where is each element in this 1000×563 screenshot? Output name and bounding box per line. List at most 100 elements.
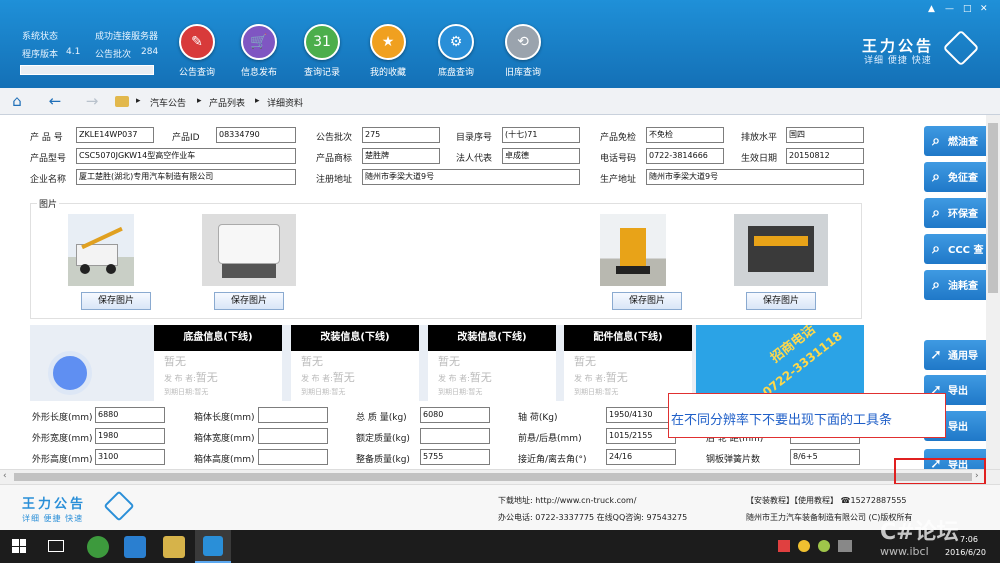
info-card[interactable]: 底盘信息(下线) 暂无发 布 者:暂无 到期日期:暂无 xyxy=(154,325,282,401)
spec-value[interactable]: 8/6+5 xyxy=(790,449,860,465)
info-card-line: 暂无 xyxy=(301,355,323,368)
info-card-title: 改装信息(下线) xyxy=(291,325,419,351)
field-value[interactable]: (十七)71 xyxy=(502,127,580,143)
field-value[interactable]: 20150812 xyxy=(786,148,864,164)
spec-value[interactable]: 1980 xyxy=(95,428,165,444)
field-value[interactable]: 0722-3814666 xyxy=(646,148,724,164)
close-button[interactable]: ✕ xyxy=(980,4,988,14)
save-picture-button[interactable]: 保存图片 xyxy=(214,292,284,310)
app-window: 系统状态 成功连接服务器 程序版本 4.1 公告批次 284 ✎ 公告查询 🛒 信息发… xyxy=(0,0,1000,563)
breadcrumb-item[interactable]: 汽车公告 xyxy=(150,96,186,109)
tray-icon[interactable] xyxy=(778,540,790,552)
vertical-scrollbar[interactable] xyxy=(986,115,1000,469)
my-favorites-label: 我的收藏 xyxy=(369,68,406,78)
spec-value[interactable]: 1015/2155 xyxy=(606,428,676,444)
spec-value[interactable] xyxy=(258,407,328,423)
side-query-button[interactable]: ⌕ 燃油查 xyxy=(924,126,988,156)
legacy-query-button[interactable]: ⟲ 旧库查询 xyxy=(492,24,554,78)
my-favorites-button[interactable]: ★ 我的收藏 xyxy=(357,24,419,78)
info-publish-button[interactable]: 🛒 信息发布 xyxy=(228,24,290,78)
taskbar: 7:06 2016/6/20 C#论坛 www.ibcl xyxy=(0,520,1000,563)
side-query-button[interactable]: ⌕ CCC 查 xyxy=(924,234,988,264)
publisher-label: 发 布 者: xyxy=(438,374,470,383)
spec-value[interactable]: 3100 xyxy=(95,449,165,465)
save-picture-button[interactable]: 保存图片 xyxy=(81,292,151,310)
field-value[interactable]: 随州市季梁大道9号 xyxy=(362,169,580,185)
forward-arrow-icon[interactable]: → xyxy=(81,91,103,111)
back-arrow-icon[interactable]: ← xyxy=(44,91,66,111)
field-value[interactable]: 275 xyxy=(362,127,440,143)
field-value[interactable]: 随州市季梁大道9号 xyxy=(646,169,864,185)
spec-value[interactable] xyxy=(420,428,490,444)
horizontal-scroll-thumb[interactable] xyxy=(14,473,972,481)
app-icon[interactable] xyxy=(124,536,146,558)
chassis-query-icon: ⚙ xyxy=(438,24,474,60)
field-value[interactable]: ZKLE14WP037 xyxy=(76,127,154,143)
home-icon[interactable]: ⌂ xyxy=(6,91,28,111)
version-label: 程序版本 xyxy=(22,50,59,60)
spec-label: 箱体高度(mm) xyxy=(194,455,255,465)
windows-start-icon[interactable] xyxy=(12,539,26,553)
tray-icon[interactable] xyxy=(798,540,810,552)
chassis-query-label: 底盘查询 xyxy=(437,68,474,78)
spec-label: 外形高度(mm) xyxy=(32,455,93,465)
field-value[interactable]: 卓成德 xyxy=(502,148,580,164)
side-query-button[interactable]: ➚ 通用导 xyxy=(924,340,988,370)
minimize-button[interactable]: — xyxy=(945,4,954,14)
side-query-button[interactable]: ⌕ 免征查 xyxy=(924,162,988,192)
spec-value[interactable]: 5755 xyxy=(420,449,490,465)
scroll-up-control[interactable]: ▲ xyxy=(928,4,935,14)
task-view-icon[interactable] xyxy=(48,540,64,552)
side-button-label: 燃油查 xyxy=(948,137,978,148)
announcement-query-icon: ✎ xyxy=(179,24,215,60)
field-value[interactable]: 不免检 xyxy=(646,127,724,143)
announcement-query-button[interactable]: ✎ 公告查询 xyxy=(166,24,228,78)
publisher-value: 暂无 xyxy=(605,371,628,384)
query-history-button[interactable]: 31 查询记录 xyxy=(291,24,353,78)
save-picture-button[interactable]: 保存图片 xyxy=(612,292,682,310)
help-links[interactable]: 【安装教程】【使用教程】 ☎15272887555 xyxy=(746,495,907,506)
breadcrumb-item[interactable]: 详细资料 xyxy=(267,96,303,109)
brand-slogan: 详细 便捷 快速 xyxy=(864,56,932,66)
spec-value[interactable]: 6880 xyxy=(95,407,165,423)
maximize-button[interactable]: □ xyxy=(963,4,972,14)
watermark-url: www.ibcl xyxy=(880,545,929,558)
tray-icon[interactable] xyxy=(838,540,852,552)
advertisement[interactable]: 招商电话 0722-3331118 xyxy=(696,325,864,401)
info-card[interactable]: 配件信息(下线) 暂无发 布 者:暂无 到期日期:暂无 xyxy=(564,325,692,401)
vertical-scroll-thumb[interactable] xyxy=(988,123,998,293)
search-icon: ⌕ xyxy=(932,133,940,149)
spec-value[interactable]: 1950/4130 xyxy=(606,407,676,423)
field-value[interactable]: 08334790 xyxy=(216,127,296,143)
scroll-left-icon[interactable]: ‹ xyxy=(3,471,7,481)
app-icon[interactable] xyxy=(163,536,185,558)
field-value[interactable]: 国四 xyxy=(786,127,864,143)
batch-label: 公告批次 xyxy=(95,50,132,60)
field-value[interactable]: CSC5070JGKW14型高空作业车 xyxy=(76,148,296,164)
field-label: 产品免检 xyxy=(600,133,637,143)
save-picture-button[interactable]: 保存图片 xyxy=(746,292,816,310)
info-card-title: 底盘信息(下线) xyxy=(154,325,282,351)
side-query-button[interactable]: ⌕ 环保查 xyxy=(924,198,988,228)
info-card[interactable]: 改装信息(下线) 暂无发 布 者:暂无 到期日期:暂无 xyxy=(291,325,419,401)
spec-value[interactable]: 24/16 xyxy=(606,449,676,465)
side-query-button[interactable]: ⌕ 油耗查 xyxy=(924,270,988,300)
field-value[interactable]: 厦工楚胜(湖北)专用汽车制造有限公司 xyxy=(76,169,296,185)
active-app-tab[interactable] xyxy=(195,530,231,563)
status-value: 成功连接服务器 xyxy=(95,32,159,42)
spec-value[interactable] xyxy=(258,428,328,444)
spec-value[interactable] xyxy=(258,449,328,465)
office-phone: 办公电话: 0722-3337775 在线QQ咨询: 97543275 xyxy=(498,513,688,522)
spec-value[interactable]: 6080 xyxy=(420,407,490,423)
spec-label: 钢板弹簧片数 xyxy=(706,455,761,465)
info-card-line: 暂无 xyxy=(574,355,596,368)
field-value[interactable]: 楚胜牌 xyxy=(362,148,440,164)
info-card-title: 配件信息(下线) xyxy=(564,325,692,351)
horizontal-scrollbar[interactable]: ‹ › xyxy=(0,469,1000,484)
tray-icon[interactable] xyxy=(818,540,830,552)
app-icon[interactable] xyxy=(87,536,109,558)
info-card[interactable]: 改装信息(下线) 暂无发 布 者:暂无 到期日期:暂无 xyxy=(428,325,556,401)
breadcrumb-item[interactable]: 产品列表 xyxy=(209,96,245,109)
chassis-query-button[interactable]: ⚙ 底盘查询 xyxy=(425,24,487,78)
side-button-label: 通用导 xyxy=(948,351,978,362)
